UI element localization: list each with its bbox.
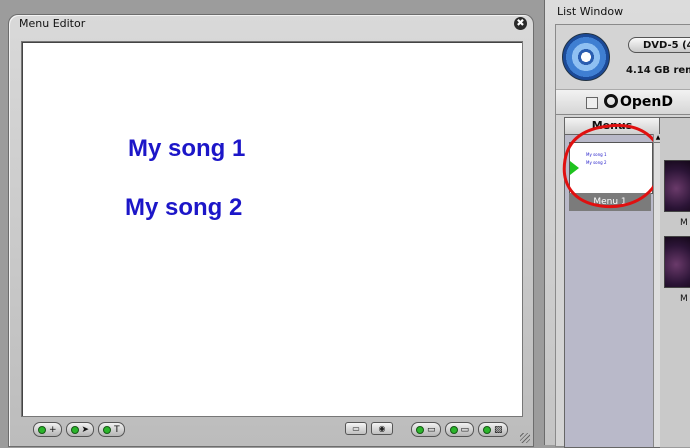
- clip-label-2: M: [680, 294, 688, 304]
- preview-button[interactable]: ◉: [371, 422, 393, 435]
- menu-button-my-song-2[interactable]: My song 2: [125, 194, 242, 222]
- thumb-line-1: My song 1: [586, 152, 607, 157]
- toggle-two-button[interactable]: ▭: [444, 422, 475, 437]
- opendvd-label: OpenD: [620, 94, 674, 110]
- led-icon: [38, 425, 46, 434]
- safe-area-icon: ▭: [352, 424, 360, 433]
- led-icon: [449, 425, 458, 434]
- menu-canvas[interactable]: My song 1 My song 2: [21, 41, 523, 417]
- toggle-one-button[interactable]: ▭: [411, 422, 441, 437]
- led-icon: [70, 425, 79, 434]
- led-icon: [103, 425, 112, 434]
- clip-thumbnail-1[interactable]: [664, 160, 690, 212]
- opendvd-logo: OpenD: [604, 94, 673, 110]
- dvd-disc-icon: [562, 33, 610, 81]
- close-icon[interactable]: ✖: [514, 17, 527, 30]
- opendvd-row: OpenD: [556, 89, 690, 115]
- menu-button-my-song-1[interactable]: My song 1: [128, 135, 245, 163]
- menus-header: Menus: [565, 118, 659, 135]
- clips-list: M M: [660, 117, 690, 447]
- thumb-line-2: My song 2: [586, 160, 607, 165]
- select-tool-button[interactable]: ➤: [65, 422, 95, 437]
- text-tool-button[interactable]: T: [98, 422, 125, 437]
- editor-tools-right: ▭ ◉ ▭ ▭ ▨: [345, 422, 508, 437]
- menus-list: Menus My song 1 My song 2 Menu 1 ▲: [562, 117, 663, 448]
- toggle-two-icon: ▭: [460, 424, 470, 435]
- opendvd-icon: [604, 94, 618, 108]
- toggle-one-icon: ▭: [427, 424, 436, 435]
- list-window-body: DVD-5 (4. 4.14 GB rem OpenD Menus My son…: [555, 24, 690, 448]
- clip-thumbnail-2[interactable]: [664, 236, 690, 288]
- toggle-three-icon: ▨: [494, 424, 503, 435]
- text-icon: T: [114, 424, 120, 435]
- menu-editor-titlebar[interactable]: Menu Editor ✖: [9, 15, 533, 33]
- add-button[interactable]: +: [33, 422, 62, 437]
- safe-area-button[interactable]: ▭: [345, 422, 367, 435]
- plus-icon: +: [49, 424, 57, 435]
- dvd-size-button[interactable]: DVD-5 (4.: [628, 37, 690, 53]
- toggle-three-button[interactable]: ▨: [478, 422, 508, 437]
- led-icon: [416, 425, 424, 434]
- remaining-space: 4.14 GB rem: [626, 65, 690, 76]
- window-title: Menu Editor: [19, 17, 86, 30]
- menu-editor-window: Menu Editor ✖ My song 1 My song 2 + ➤ T …: [8, 14, 534, 447]
- clip-label-1: M: [680, 218, 688, 228]
- pointer-icon: ➤: [81, 424, 90, 435]
- menu-thumbnail[interactable]: My song 1 My song 2: [569, 142, 653, 194]
- first-play-arrow-icon: [570, 161, 579, 175]
- preview-icon: ◉: [378, 424, 386, 433]
- opendvd-checkbox[interactable]: [586, 97, 598, 109]
- list-window: List Window DVD-5 (4. 4.14 GB rem OpenD …: [544, 0, 690, 448]
- list-window-title: List Window: [557, 5, 624, 18]
- menu-item-label[interactable]: Menu 1: [569, 193, 651, 211]
- editor-tools-left: + ➤ T: [33, 422, 125, 437]
- led-icon: [483, 425, 492, 434]
- resize-grip-icon[interactable]: [520, 433, 530, 443]
